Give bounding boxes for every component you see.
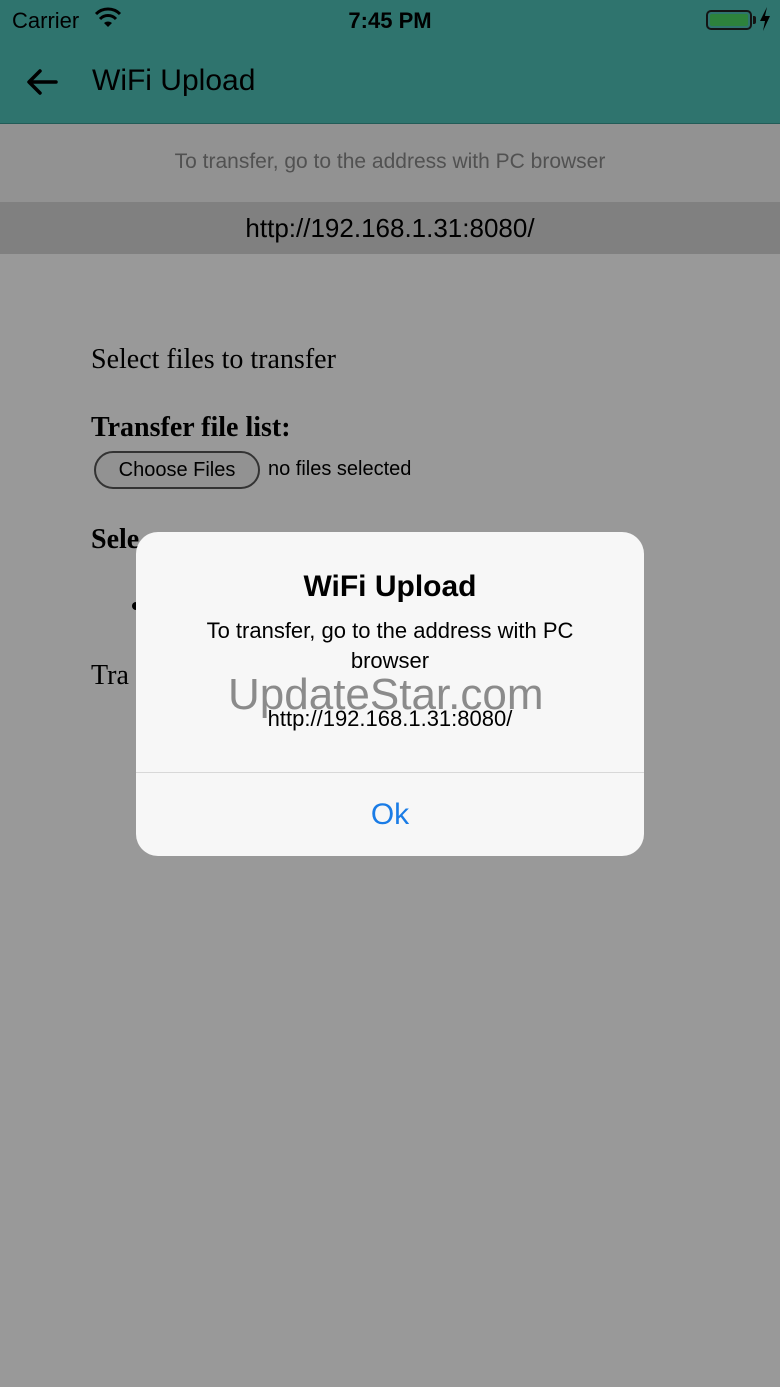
- watermark: UpdateStar.com: [228, 670, 544, 719]
- ok-button[interactable]: Ok: [136, 773, 644, 856]
- alert-message: To transfer, go to the address with PC b…: [206, 618, 574, 673]
- alert-title: WiFi Upload: [303, 570, 477, 603]
